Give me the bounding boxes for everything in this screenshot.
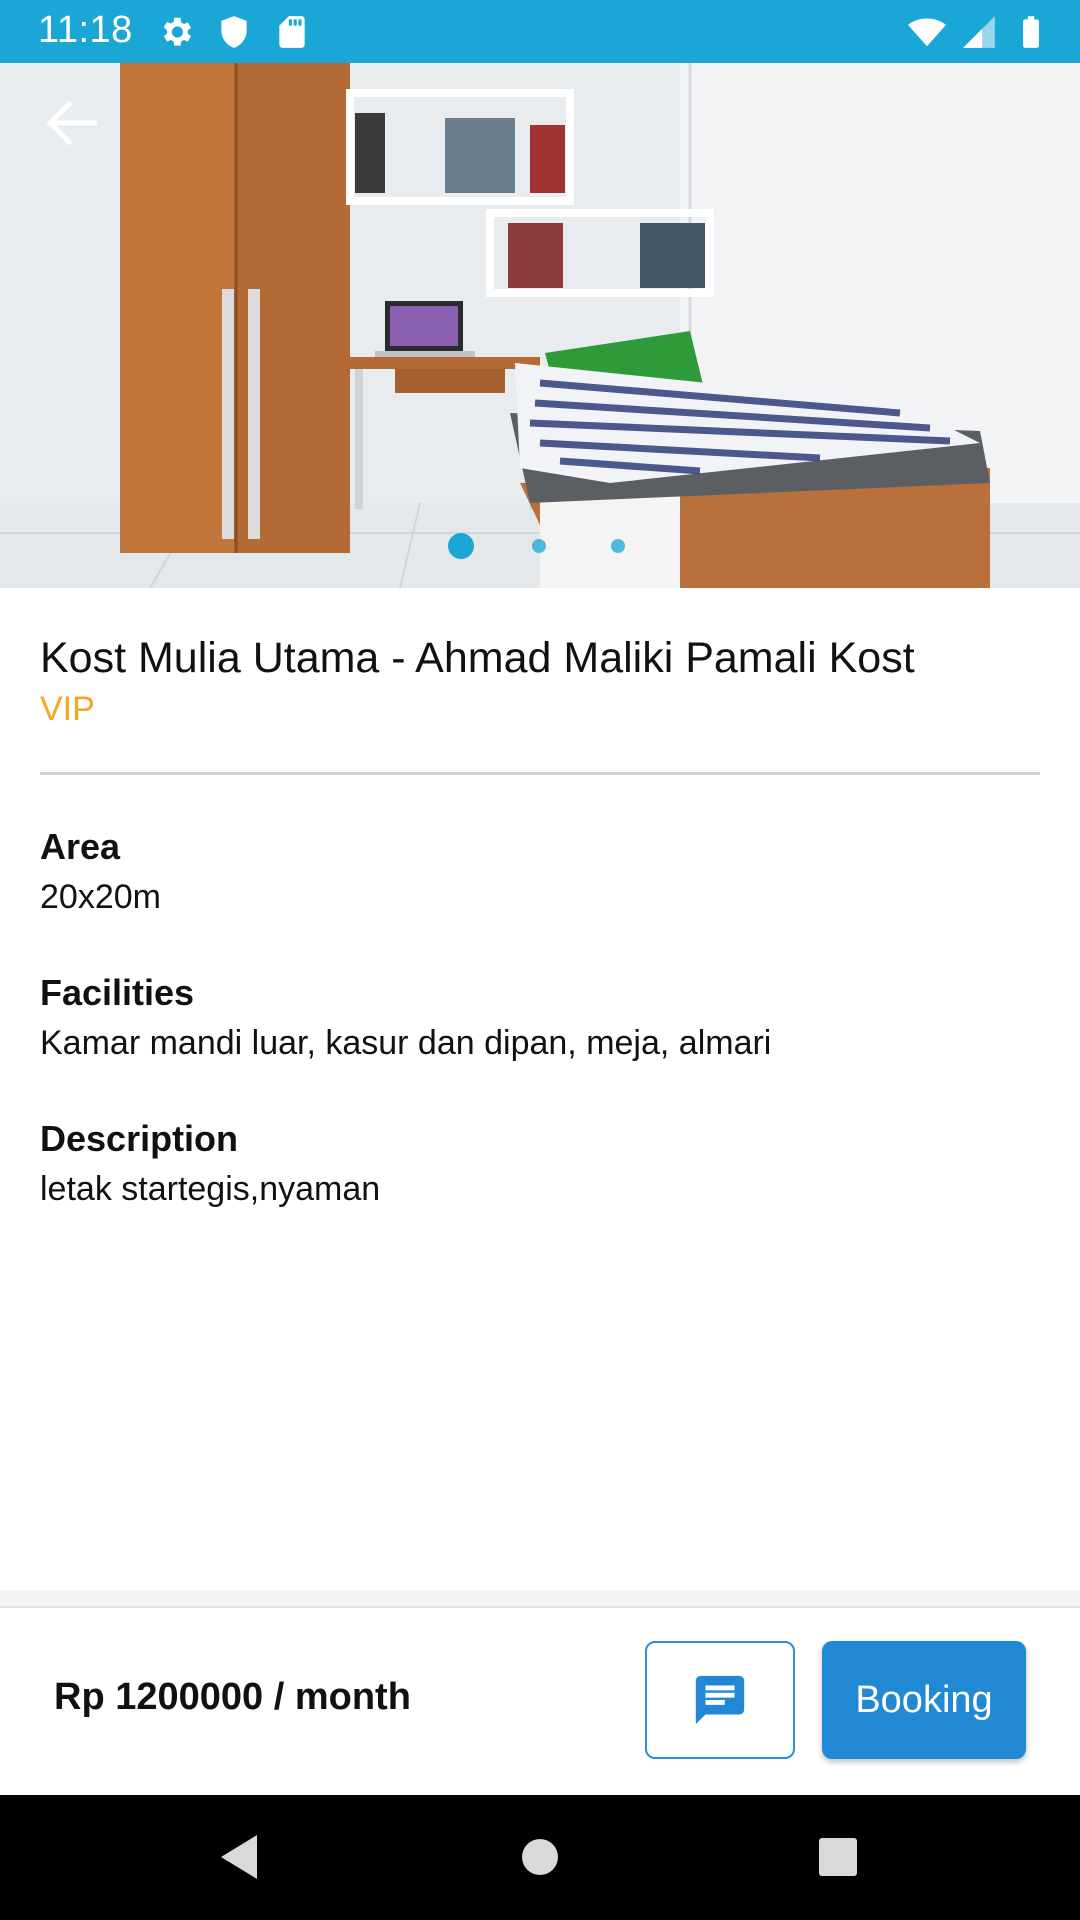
facilities-value: Kamar mandi luar, kasur dan dipan, meja,… bbox=[40, 1024, 772, 1062]
home-circle-icon bbox=[522, 1839, 558, 1875]
description-section: Description letak startegis,nyaman bbox=[40, 1117, 1040, 1211]
wifi-icon bbox=[908, 18, 946, 47]
gear-icon bbox=[163, 17, 192, 46]
carousel-dot[interactable] bbox=[611, 539, 625, 553]
description-label: Description bbox=[40, 1118, 239, 1159]
listing-title: Kost Mulia Utama - Ahmad Maliki Pamali K… bbox=[40, 634, 915, 682]
nav-recents-button[interactable] bbox=[806, 1825, 870, 1889]
status-bar: 11:18 bbox=[0, 0, 1080, 63]
booking-bar: Rp 1200000 / month Booking bbox=[0, 1608, 1080, 1795]
carousel-dot-active[interactable] bbox=[448, 533, 474, 559]
sd-card-icon bbox=[279, 16, 305, 48]
description-value: letak startegis,nyaman bbox=[40, 1170, 381, 1208]
carousel-dot[interactable] bbox=[532, 539, 546, 553]
recents-square-icon bbox=[819, 1838, 857, 1876]
room-type-label: VIP bbox=[40, 690, 95, 728]
area-label: Area bbox=[40, 826, 121, 867]
footer-separator bbox=[0, 1590, 1080, 1608]
area-section: Area 20x20m bbox=[40, 825, 1040, 919]
status-notification-icons bbox=[157, 13, 311, 51]
listing-details: Kost Mulia Utama - Ahmad Maliki Pamali K… bbox=[40, 588, 1040, 1211]
status-time: 11:18 bbox=[38, 9, 133, 51]
booking-button[interactable]: Booking bbox=[822, 1641, 1026, 1759]
bedroom-photo bbox=[0, 63, 1080, 588]
signal-icon bbox=[963, 16, 995, 48]
chat-button[interactable] bbox=[645, 1641, 795, 1759]
facilities-section: Facilities Kamar mandi luar, kasur dan d… bbox=[40, 971, 1040, 1065]
divider bbox=[40, 772, 1040, 775]
shield-icon bbox=[221, 16, 247, 48]
system-navigation-bar bbox=[0, 1795, 1080, 1920]
nav-back-button[interactable] bbox=[207, 1825, 271, 1889]
status-system-icons bbox=[908, 13, 1050, 51]
battery-icon bbox=[1023, 16, 1039, 48]
room-photo-carousel[interactable] bbox=[0, 63, 1080, 588]
arrow-back-icon bbox=[46, 101, 97, 145]
facilities-label: Facilities bbox=[40, 972, 195, 1013]
nav-home-button[interactable] bbox=[508, 1825, 572, 1889]
back-button[interactable] bbox=[34, 93, 108, 153]
area-value: 20x20m bbox=[40, 878, 161, 916]
price-label: Rp 1200000 / month bbox=[54, 1676, 411, 1718]
back-triangle-icon bbox=[221, 1835, 257, 1879]
chat-icon bbox=[695, 1675, 745, 1725]
